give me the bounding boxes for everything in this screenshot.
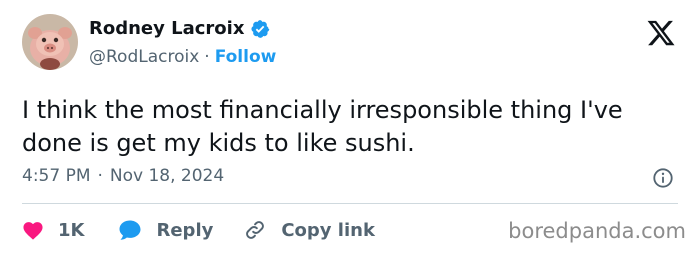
like-count: 1K — [58, 219, 85, 241]
info-icon[interactable] — [652, 167, 674, 189]
copy-link-label: Copy link — [281, 219, 375, 241]
author-handle[interactable]: @RodLacroix — [89, 47, 199, 67]
pig-avatar-icon — [22, 14, 78, 70]
author-name-row: Rodney Lacroix — [89, 18, 270, 39]
x-logo-icon[interactable] — [646, 18, 676, 48]
watermark: boredpanda.com — [508, 219, 686, 243]
timestamp-separator: · — [97, 166, 103, 186]
follow-button[interactable]: Follow — [215, 47, 277, 67]
tweet-timestamp[interactable]: 4:57 PM · Nov 18, 2024 — [22, 166, 224, 186]
link-icon — [246, 221, 265, 239]
avatar[interactable] — [22, 14, 78, 70]
heart-icon — [23, 222, 43, 240]
reply-label: Reply — [156, 219, 214, 241]
reply-button[interactable]: Reply — [118, 219, 213, 241]
like-button[interactable]: 1K — [22, 220, 84, 241]
copy-link-button[interactable]: Copy link — [243, 218, 375, 242]
tweet-actions: 1K Reply Copy link — [22, 217, 375, 243]
tweet-date: Nov 18, 2024 — [109, 166, 225, 186]
reply-bubble-icon — [119, 220, 141, 240]
tweet-text: I think the most financially irresponsib… — [22, 96, 623, 157]
tweet-time: 4:57 PM — [22, 166, 91, 186]
author-name[interactable]: Rodney Lacroix — [89, 18, 244, 39]
divider — [22, 203, 678, 204]
verified-badge-icon — [250, 19, 270, 39]
author-handle-row: @RodLacroix · Follow — [89, 47, 276, 67]
handle-separator: · — [204, 47, 210, 67]
